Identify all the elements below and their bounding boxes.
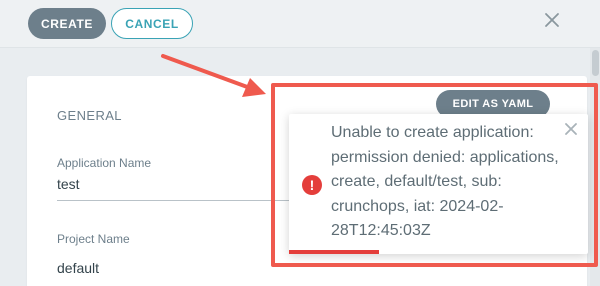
annotation-highlight-box <box>271 83 598 267</box>
create-button[interactable]: CREATE <box>28 8 106 39</box>
cancel-button[interactable]: CANCEL <box>111 8 193 39</box>
application-name-input[interactable]: test <box>57 176 80 192</box>
section-title: GENERAL <box>57 108 122 123</box>
project-name-label: Project Name <box>57 232 130 246</box>
application-name-underline <box>57 200 297 201</box>
top-toolbar: CREATE CANCEL <box>0 0 600 48</box>
application-name-label: Application Name <box>57 156 152 170</box>
project-name-input[interactable]: default <box>57 260 99 276</box>
scrollbar-thumb[interactable] <box>592 50 599 76</box>
close-icon[interactable] <box>541 9 565 33</box>
